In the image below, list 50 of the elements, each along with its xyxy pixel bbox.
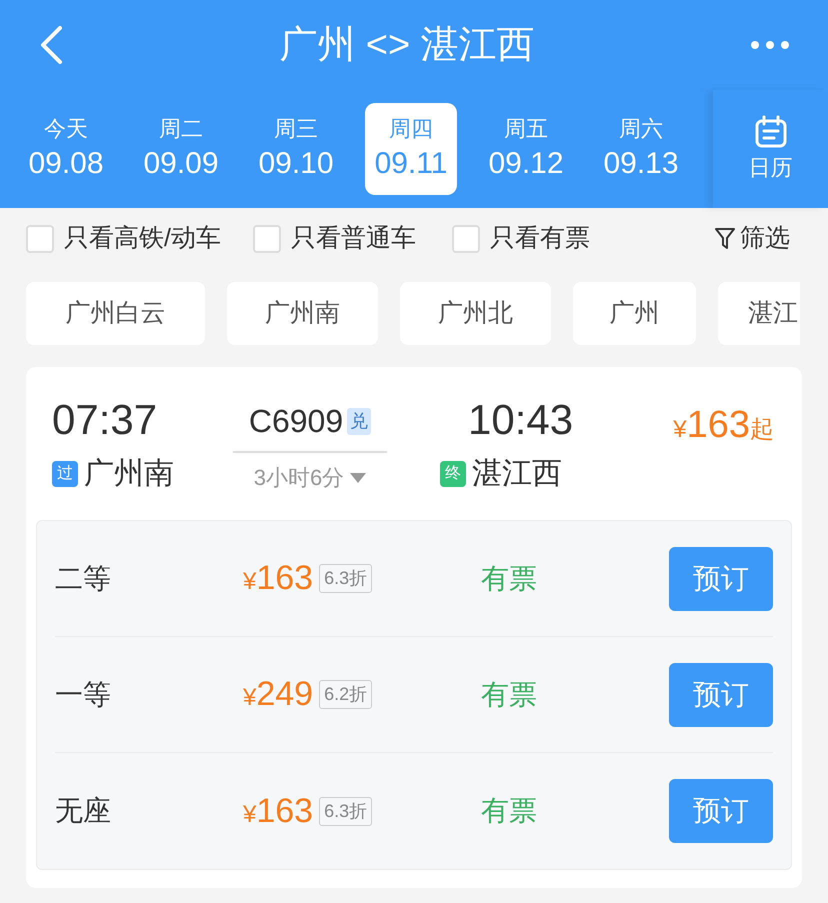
seat-price: ¥163 (243, 558, 314, 599)
date-tab[interactable]: 今天 09.08 (20, 103, 112, 195)
date-tab[interactable]: 周五 09.12 (480, 103, 572, 195)
arrival-station: 湛江西 (472, 456, 562, 492)
discount-tag: 6.3折 (319, 564, 372, 593)
calendar-button[interactable]: 日历 (713, 90, 828, 208)
lowest-price: ¥163起 (673, 403, 774, 448)
calendar-icon (754, 114, 788, 148)
checkbox[interactable] (452, 225, 480, 253)
page-title: 广州 <> 湛江西 (279, 22, 535, 68)
book-button[interactable]: 预订 (669, 546, 773, 610)
station-chip[interactable]: 湛江 (718, 282, 800, 345)
filter-button[interactable]: 筛选 (714, 220, 790, 258)
seat-class: 二等 (55, 562, 112, 596)
date-tab[interactable]: 周六 09.13 (595, 103, 687, 195)
checkbox[interactable] (252, 225, 281, 253)
seat-price: ¥163 (243, 790, 314, 832)
filter-label: 只看普通车 (290, 223, 416, 254)
date-tab[interactable]: 周二 09.09 (135, 103, 227, 195)
seat-class: 一等 (55, 678, 112, 712)
filter-label: 只看高铁/动车 (64, 223, 221, 254)
departure-station: 广州南 (84, 456, 174, 492)
station-chip[interactable]: 广州白云 (26, 282, 205, 345)
checkbox[interactable] (26, 225, 54, 253)
station-chip[interactable]: 广州南 (227, 282, 378, 345)
terminal-tag: 终 (440, 460, 466, 486)
discount-tag: 6.2折 (319, 680, 372, 709)
seat-price: ¥249 (243, 674, 314, 715)
book-button[interactable]: 预订 (669, 662, 773, 726)
filter-icon (714, 227, 736, 251)
date-tab[interactable]: 周三 09.10 (250, 103, 342, 195)
departure-time: 07:37 (52, 395, 158, 445)
seat-class: 无座 (55, 794, 112, 828)
station-chip[interactable]: 广州 (573, 282, 696, 345)
redeem-tag: 兑 (347, 408, 372, 434)
train-number: C6909 (248, 402, 344, 441)
more-icon[interactable] (750, 40, 790, 50)
discount-tag: 6.3折 (319, 796, 372, 826)
date-tab[interactable]: 周四 09.11 (365, 103, 457, 195)
availability: 有票 (481, 562, 537, 596)
arrival-time: 10:43 (468, 395, 574, 445)
back-icon[interactable] (38, 25, 64, 65)
dropdown-icon[interactable] (350, 472, 366, 482)
availability: 有票 (481, 678, 537, 712)
travel-duration: 3小时6分 (254, 464, 344, 492)
availability: 有票 (481, 794, 537, 828)
pass-tag: 过 (52, 460, 78, 486)
filter-label: 只看有票 (490, 223, 590, 254)
station-chip[interactable]: 广州北 (400, 282, 551, 345)
book-button[interactable]: 预订 (669, 779, 773, 843)
